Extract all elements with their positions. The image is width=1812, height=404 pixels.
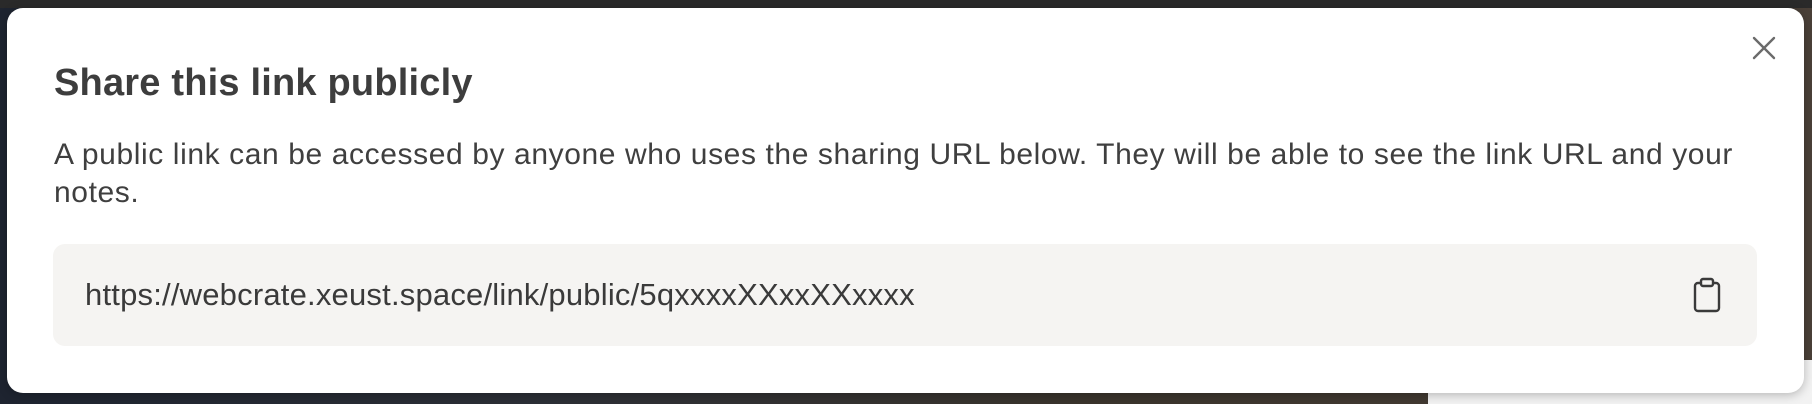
close-button[interactable] xyxy=(1746,30,1782,66)
public-url-field[interactable]: https://webcrate.xeust.space/link/public… xyxy=(53,244,1757,346)
copy-url-button[interactable] xyxy=(1687,274,1727,316)
backdrop-top-strip xyxy=(0,0,1812,8)
clipboard-icon xyxy=(1693,277,1721,313)
public-url-text[interactable]: https://webcrate.xeust.space/link/public… xyxy=(85,244,915,346)
dialog-description: A public link can be accessed by anyone … xyxy=(54,138,1733,209)
share-link-dialog: Share this link publicly A public link c… xyxy=(7,8,1804,393)
dialog-title: Share this link publicly xyxy=(54,62,473,104)
close-icon xyxy=(1752,36,1776,60)
